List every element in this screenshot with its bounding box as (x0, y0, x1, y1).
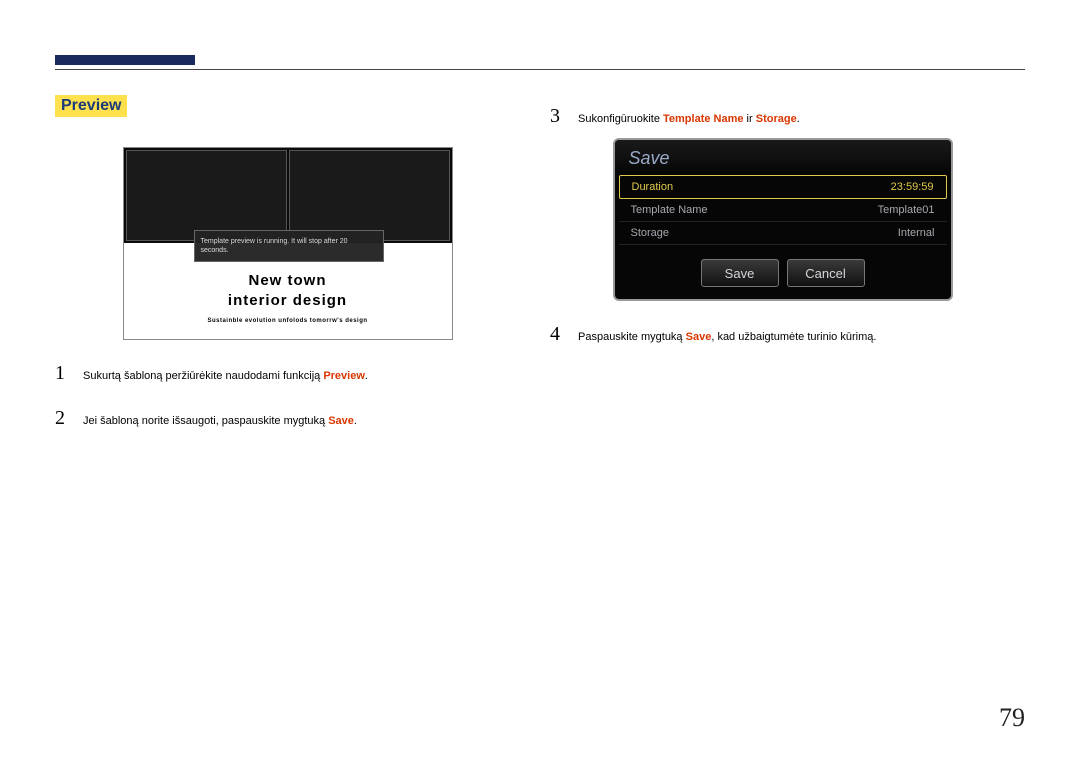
row-label: Duration (632, 181, 674, 193)
dialog-row-duration[interactable]: Duration 23:59:59 (619, 175, 947, 199)
step-number: 1 (55, 362, 71, 385)
page-content: Preview Template preview is running. It … (55, 95, 1025, 430)
step-text-b: . (354, 415, 357, 427)
step-highlight-1: Template Name (663, 113, 744, 125)
preview-panel-left (126, 150, 287, 241)
header-divider (55, 69, 1025, 70)
preview-panel-right (289, 150, 450, 241)
row-value: Internal (898, 227, 935, 239)
dialog-buttons: Save Cancel (615, 249, 951, 299)
step-text-b: , kad užbaigtumėte turinio kūrimą. (711, 331, 876, 343)
step-text: Jei šabloną norite išsaugoti, paspauskit… (83, 414, 357, 429)
step-highlight-2: Storage (756, 113, 797, 125)
right-column: 3 Sukonfigūruokite Template Name ir Stor… (550, 95, 1015, 430)
cancel-button[interactable]: Cancel (787, 259, 865, 287)
section-heading: Preview (55, 95, 127, 117)
step-text-mid: ir (744, 113, 756, 125)
step-1: 1 Sukurtą šabloną peržiūrėkite naudodami… (55, 362, 520, 385)
dialog-list: Duration 23:59:59 Template Name Template… (615, 175, 951, 249)
step-text: Sukurtą šabloną peržiūrėkite naudodami f… (83, 369, 368, 384)
row-label: Template Name (631, 204, 708, 216)
dialog-row-template-name[interactable]: Template Name Template01 (619, 199, 947, 222)
row-value: 23:59:59 (891, 181, 934, 193)
step-text: Sukonfigūruokite Template Name ir Storag… (578, 112, 800, 127)
left-column: Preview Template preview is running. It … (55, 95, 520, 430)
preview-tooltip: Template preview is running. It will sto… (194, 230, 384, 262)
dialog-row-storage[interactable]: Storage Internal (619, 222, 947, 245)
step-4: 4 Paspauskite mygtuką Save, kad užbaigtu… (550, 323, 1015, 346)
step-text-b: . (365, 370, 368, 382)
step-number: 3 (550, 105, 566, 128)
header-accent-bar (55, 55, 195, 65)
step-highlight: Save (328, 415, 354, 427)
row-value: Template01 (878, 204, 935, 216)
step-number: 4 (550, 323, 566, 346)
step-highlight: Preview (323, 370, 365, 382)
step-text-a: Paspauskite mygtuką (578, 331, 686, 343)
preview-panels (124, 148, 452, 243)
save-button[interactable]: Save (701, 259, 779, 287)
step-3: 3 Sukonfigūruokite Template Name ir Stor… (550, 105, 1015, 128)
step-text: Paspauskite mygtuką Save, kad užbaigtumė… (578, 330, 876, 345)
step-text-a: Jei šabloną norite išsaugoti, paspauskit… (83, 415, 328, 427)
step-number: 2 (55, 407, 71, 430)
preview-screenshot: Template preview is running. It will sto… (123, 147, 453, 340)
step-highlight: Save (686, 331, 712, 343)
step-2: 2 Jei šabloną norite išsaugoti, paspausk… (55, 407, 520, 430)
preview-subtitle: Sustainble evolution unfolods tomorrw's … (124, 318, 452, 324)
step-text-a: Sukonfigūruokite (578, 113, 663, 125)
dialog-title: Save (615, 140, 951, 175)
save-dialog-screenshot: Save Duration 23:59:59 Template Name Tem… (613, 138, 953, 301)
page-number: 79 (999, 703, 1025, 733)
preview-title-line1: New town (124, 271, 452, 291)
step-text-b: . (797, 113, 800, 125)
step-text-a: Sukurtą šabloną peržiūrėkite naudodami f… (83, 370, 323, 382)
preview-title-line2: interior design (124, 291, 452, 311)
row-label: Storage (631, 227, 670, 239)
